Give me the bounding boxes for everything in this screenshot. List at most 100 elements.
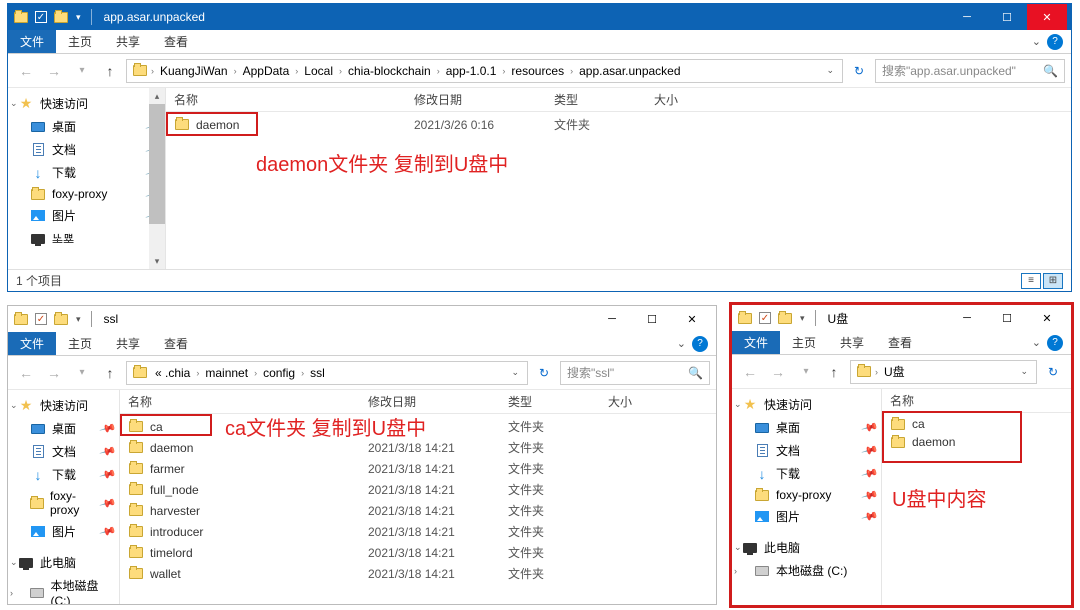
- sidebar-item-foxy[interactable]: foxy-proxy📌: [732, 485, 881, 505]
- sidebar-thispc[interactable]: ⌄此电脑: [8, 551, 119, 574]
- sidebar-quick-access[interactable]: ⌄★快速访问: [8, 92, 165, 115]
- tab-home[interactable]: 主页: [56, 332, 104, 355]
- ribbon-expand[interactable]: ⌄?: [1024, 331, 1071, 354]
- sidebar-item-desktop[interactable]: 桌面📌: [732, 416, 881, 439]
- col-name[interactable]: 名称: [174, 91, 414, 108]
- sidebar-item-downloads[interactable]: ↓下载📌: [8, 463, 119, 486]
- scroll-thumb[interactable]: [149, 104, 165, 224]
- tab-share[interactable]: 共享: [828, 331, 876, 354]
- chevron-right-icon[interactable]: ›: [570, 66, 573, 76]
- sidebar-item-downloads[interactable]: ↓下载📌: [732, 462, 881, 485]
- tab-share[interactable]: 共享: [104, 332, 152, 355]
- breadcrumb-segment[interactable]: KuangJiWan: [156, 64, 232, 78]
- tab-view[interactable]: 查看: [876, 331, 924, 354]
- qat-checkbox-icon[interactable]: ✓: [32, 310, 50, 328]
- file-row[interactable]: daemon2021/3/18 14:21文件夹: [128, 437, 708, 458]
- chevron-right-icon[interactable]: ›: [295, 66, 298, 76]
- sidebar-item-foxy[interactable]: foxy-proxy📌: [8, 184, 165, 204]
- maximize-button[interactable]: ☐: [987, 4, 1027, 30]
- help-icon[interactable]: ?: [692, 336, 708, 352]
- ribbon-expand[interactable]: ⌄?: [669, 332, 716, 355]
- scroll-up-icon[interactable]: ▴: [149, 88, 165, 104]
- col-size[interactable]: 大小: [608, 393, 708, 410]
- tab-home[interactable]: 主页: [56, 30, 104, 53]
- col-date[interactable]: 修改日期: [368, 393, 508, 410]
- refresh-button[interactable]: ↻: [847, 59, 871, 83]
- tab-file[interactable]: 文件: [8, 332, 56, 355]
- file-row[interactable]: introducer2021/3/18 14:21文件夹: [128, 521, 708, 542]
- titlebar[interactable]: ✓ ▾ ssl ─ ☐ ✕: [8, 306, 716, 332]
- qat-dropdown-icon[interactable]: ▾: [72, 12, 85, 23]
- chevron-down-icon[interactable]: ⌄: [10, 557, 18, 568]
- sidebar-item-documents[interactable]: 文档📌: [8, 440, 119, 463]
- ribbon-expand[interactable]: ⌄?: [1024, 30, 1071, 53]
- col-date[interactable]: 修改日期: [414, 91, 554, 108]
- chevron-right-icon[interactable]: ›: [339, 66, 342, 76]
- forward-button[interactable]: →: [766, 360, 790, 384]
- breadcrumb-segment[interactable]: mainnet: [201, 366, 252, 380]
- titlebar[interactable]: ✓ ▾ U盘 ─ ☐ ✕: [732, 305, 1071, 331]
- tab-view[interactable]: 查看: [152, 332, 200, 355]
- search-input[interactable]: 搜索"app.asar.unpacked" 🔍: [875, 59, 1065, 83]
- titlebar[interactable]: ✓ ▾ app.asar.unpacked ─ ☐ ✕: [8, 4, 1071, 30]
- chevron-down-icon[interactable]: ⌄: [10, 400, 18, 411]
- breadcrumb-segment[interactable]: ssl: [306, 366, 329, 380]
- col-size[interactable]: 大小: [654, 91, 754, 108]
- file-row[interactable]: ca: [890, 415, 1063, 433]
- breadcrumb[interactable]: › KuangJiWan› AppData› Local› chia-block…: [126, 59, 843, 83]
- breadcrumb-prefix[interactable]: « .chia: [151, 366, 194, 380]
- breadcrumb-segment[interactable]: chia-blockchain: [344, 64, 435, 78]
- up-button[interactable]: ↑: [822, 360, 846, 384]
- view-details-button[interactable]: ≡: [1021, 273, 1041, 289]
- chevron-right-icon[interactable]: ›: [234, 66, 237, 76]
- file-row[interactable]: daemon: [890, 433, 1063, 451]
- scrollbar-vertical[interactable]: ▴ ▾: [149, 88, 165, 269]
- sidebar-item-disk-c[interactable]: ›本地磁盘 (C:): [732, 559, 881, 582]
- file-row[interactable]: daemon 2021/3/26 0:16 文件夹: [174, 114, 1063, 135]
- breadcrumb-segment[interactable]: app-1.0.1: [442, 64, 501, 78]
- sidebar-item-documents[interactable]: 文档📌: [732, 439, 881, 462]
- chevron-right-icon[interactable]: ›: [301, 368, 304, 378]
- qat-checkbox-icon[interactable]: ✓: [32, 8, 50, 26]
- breadcrumb[interactable]: › U盘 ⌄: [850, 360, 1037, 384]
- sidebar-quick-access[interactable]: ⌄★快速访问: [8, 394, 119, 417]
- breadcrumb-dropdown-icon[interactable]: ⌄: [822, 65, 838, 76]
- breadcrumb-segment[interactable]: app.asar.unpacked: [575, 64, 684, 78]
- breadcrumb-segment[interactable]: U盘: [880, 363, 909, 380]
- close-button[interactable]: ✕: [1027, 305, 1067, 331]
- col-name[interactable]: 名称: [128, 393, 368, 410]
- sidebar-item-disk-c[interactable]: ›本地磁盘 (C:): [8, 574, 119, 604]
- sidebar-item-pictures[interactable]: 图片📌: [8, 520, 119, 543]
- breadcrumb-segment[interactable]: AppData: [239, 64, 294, 78]
- chevron-right-icon[interactable]: ›: [875, 367, 878, 377]
- tab-file[interactable]: 文件: [8, 30, 56, 53]
- sidebar-item-desktop[interactable]: 桌面📌: [8, 115, 165, 138]
- up-button[interactable]: ↑: [98, 59, 122, 83]
- recent-dropdown[interactable]: ▾: [794, 360, 818, 384]
- refresh-button[interactable]: ↻: [1041, 360, 1065, 384]
- breadcrumb-segment[interactable]: config: [259, 366, 299, 380]
- maximize-button[interactable]: ☐: [632, 306, 672, 332]
- tab-view[interactable]: 查看: [152, 30, 200, 53]
- qat-folder-icon[interactable]: [52, 310, 70, 328]
- sidebar-item-foxy[interactable]: foxy-proxy📌: [8, 486, 119, 520]
- minimize-button[interactable]: ─: [592, 306, 632, 332]
- up-button[interactable]: ↑: [98, 361, 122, 385]
- refresh-button[interactable]: ↻: [532, 361, 556, 385]
- sidebar-item-pictures[interactable]: 图片📌: [8, 204, 165, 227]
- forward-button[interactable]: →: [42, 59, 66, 83]
- scroll-down-icon[interactable]: ▾: [149, 253, 165, 269]
- breadcrumb[interactable]: « .chia› mainnet› config› ssl ⌄: [126, 361, 528, 385]
- chevron-right-icon[interactable]: ›: [502, 66, 505, 76]
- sidebar-item-pictures[interactable]: 图片📌: [732, 505, 881, 528]
- breadcrumb-segment[interactable]: Local: [300, 64, 337, 78]
- chevron-right-icon[interactable]: ›: [151, 66, 154, 76]
- back-button[interactable]: ←: [14, 59, 38, 83]
- maximize-button[interactable]: ☐: [987, 305, 1027, 331]
- help-icon[interactable]: ?: [1047, 335, 1063, 351]
- tab-share[interactable]: 共享: [104, 30, 152, 53]
- qat-folder-icon[interactable]: [776, 309, 794, 327]
- qat-dropdown-icon[interactable]: ▾: [72, 314, 85, 325]
- chevron-right-icon[interactable]: ›: [254, 368, 257, 378]
- close-button[interactable]: ✕: [1027, 4, 1067, 30]
